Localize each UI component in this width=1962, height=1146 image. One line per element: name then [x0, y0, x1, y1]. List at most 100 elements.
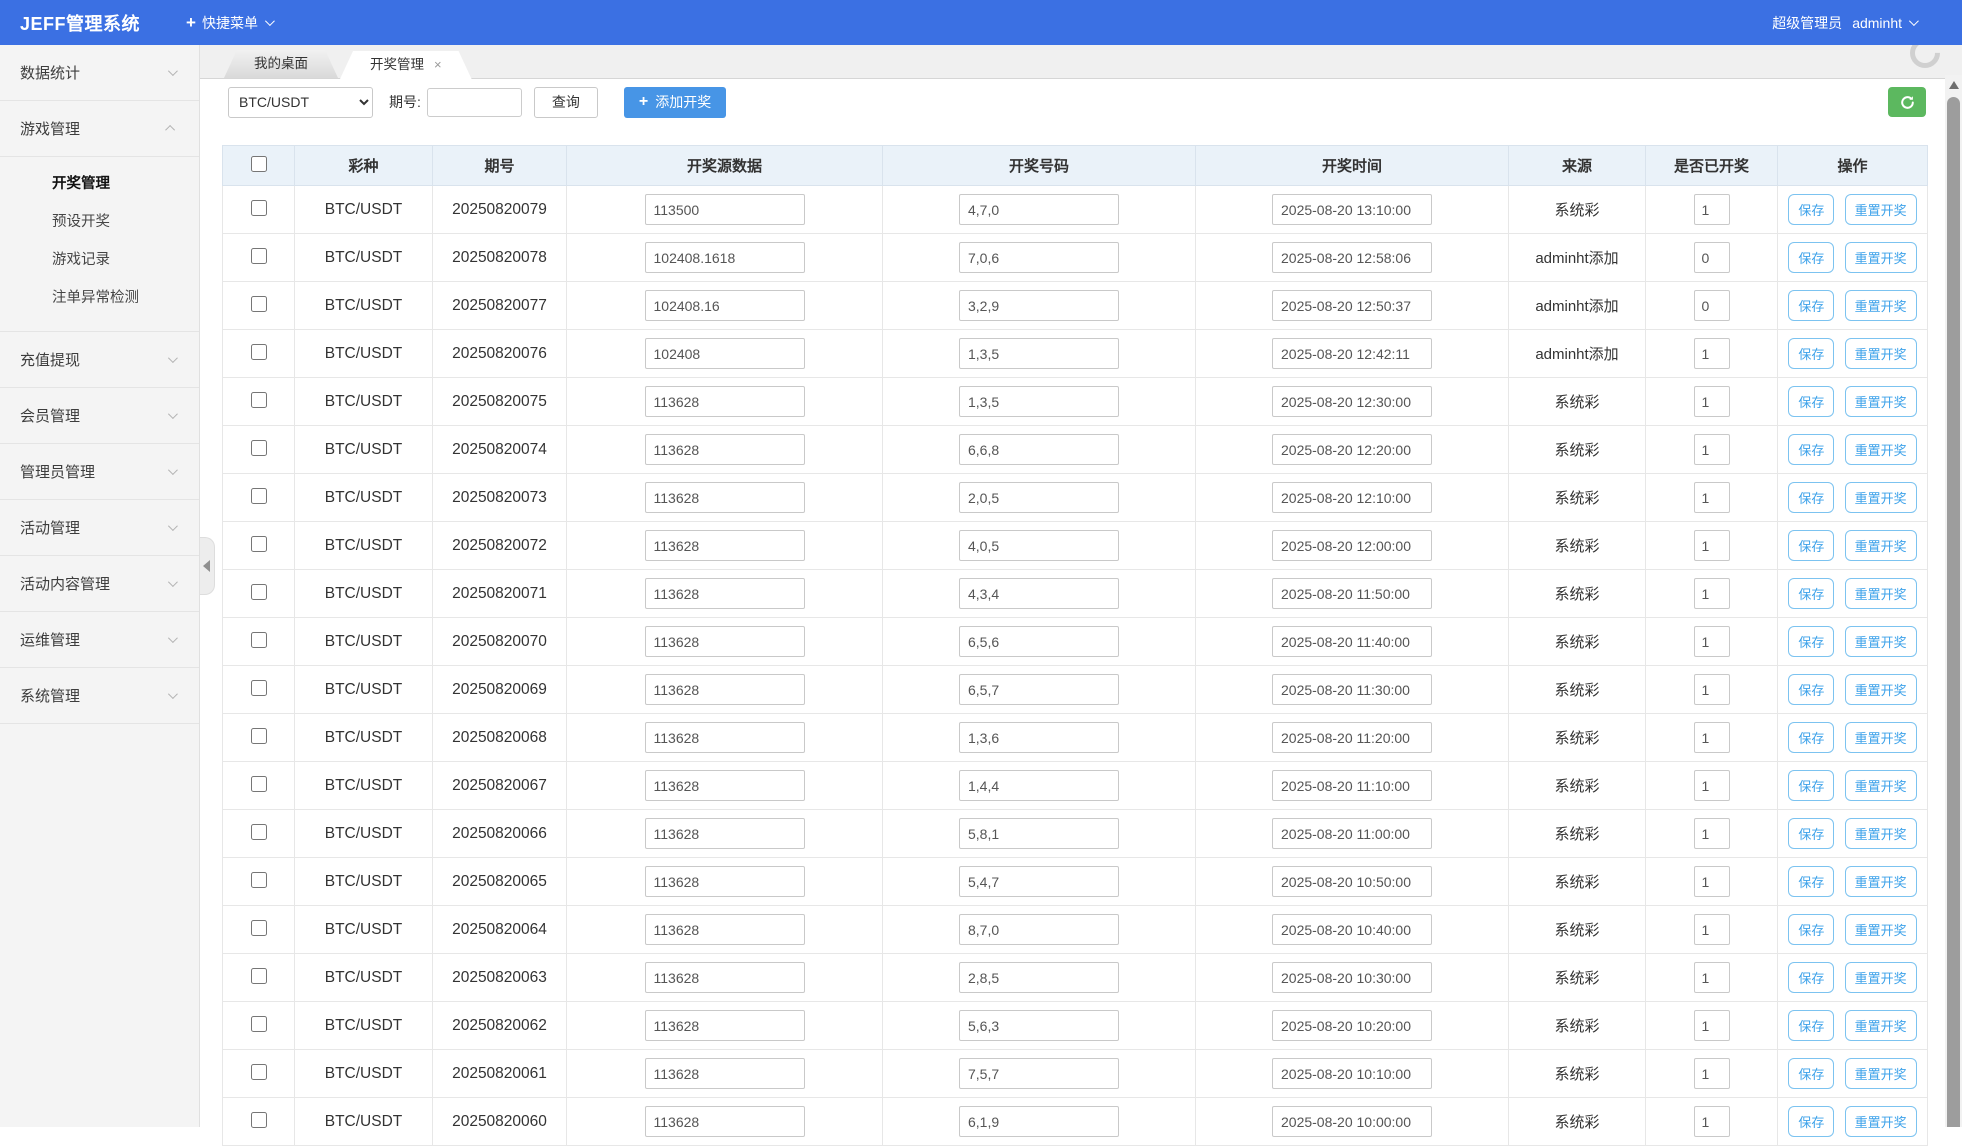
sidebar-item[interactable]: 系统管理	[0, 668, 199, 724]
scrollbar-thumb[interactable]	[1947, 97, 1960, 1127]
draw-time-input[interactable]	[1272, 914, 1432, 945]
row-checkbox[interactable]	[251, 1064, 267, 1080]
draw-time-input[interactable]	[1272, 866, 1432, 897]
draw-numbers-input[interactable]	[959, 578, 1119, 609]
source-data-input[interactable]	[645, 674, 805, 705]
row-checkbox[interactable]	[251, 392, 267, 408]
vertical-scrollbar[interactable]	[1945, 75, 1962, 1127]
row-checkbox[interactable]	[251, 680, 267, 696]
draw-time-input[interactable]	[1272, 674, 1432, 705]
opened-flag-input[interactable]	[1694, 770, 1730, 801]
draw-numbers-input[interactable]	[959, 242, 1119, 273]
reset-draw-button[interactable]: 重置开奖	[1845, 338, 1917, 369]
query-button[interactable]: 查询	[534, 87, 598, 118]
sidebar-subitem[interactable]: 开奖管理	[0, 165, 199, 203]
save-button[interactable]: 保存	[1788, 1106, 1834, 1137]
row-checkbox[interactable]	[251, 776, 267, 792]
draw-numbers-input[interactable]	[959, 290, 1119, 321]
save-button[interactable]: 保存	[1788, 530, 1834, 561]
reset-draw-button[interactable]: 重置开奖	[1845, 290, 1917, 321]
opened-flag-input[interactable]	[1694, 1106, 1730, 1137]
draw-numbers-input[interactable]	[959, 1058, 1119, 1089]
source-data-input[interactable]	[645, 1058, 805, 1089]
draw-numbers-input[interactable]	[959, 386, 1119, 417]
sidebar-item[interactable]: 数据统计	[0, 45, 199, 101]
draw-time-input[interactable]	[1272, 722, 1432, 753]
source-data-input[interactable]	[645, 1106, 805, 1137]
source-data-input[interactable]	[645, 578, 805, 609]
reset-draw-button[interactable]: 重置开奖	[1845, 962, 1917, 993]
draw-numbers-input[interactable]	[959, 482, 1119, 513]
opened-flag-input[interactable]	[1694, 482, 1730, 513]
lottery-type-select[interactable]: BTC/USDT	[228, 87, 373, 118]
source-data-input[interactable]	[645, 482, 805, 513]
draw-time-input[interactable]	[1272, 818, 1432, 849]
draw-time-input[interactable]	[1272, 530, 1432, 561]
opened-flag-input[interactable]	[1694, 434, 1730, 465]
save-button[interactable]: 保存	[1788, 866, 1834, 897]
sidebar-item[interactable]: 游戏管理	[0, 101, 199, 157]
draw-numbers-input[interactable]	[959, 1010, 1119, 1041]
reset-draw-button[interactable]: 重置开奖	[1845, 482, 1917, 513]
draw-numbers-input[interactable]	[959, 818, 1119, 849]
source-data-input[interactable]	[645, 1010, 805, 1041]
source-data-input[interactable]	[645, 866, 805, 897]
draw-numbers-input[interactable]	[959, 770, 1119, 801]
sidebar-item[interactable]: 活动内容管理	[0, 556, 199, 612]
opened-flag-input[interactable]	[1694, 530, 1730, 561]
draw-time-input[interactable]	[1272, 482, 1432, 513]
draw-time-input[interactable]	[1272, 578, 1432, 609]
save-button[interactable]: 保存	[1788, 674, 1834, 705]
reset-draw-button[interactable]: 重置开奖	[1845, 818, 1917, 849]
draw-time-input[interactable]	[1272, 1106, 1432, 1137]
save-button[interactable]: 保存	[1788, 722, 1834, 753]
save-button[interactable]: 保存	[1788, 962, 1834, 993]
scroll-up-arrow-icon[interactable]	[1949, 81, 1959, 89]
save-button[interactable]: 保存	[1788, 434, 1834, 465]
opened-flag-input[interactable]	[1694, 674, 1730, 705]
save-button[interactable]: 保存	[1788, 338, 1834, 369]
save-button[interactable]: 保存	[1788, 626, 1834, 657]
row-checkbox[interactable]	[251, 728, 267, 744]
save-button[interactable]: 保存	[1788, 482, 1834, 513]
draw-time-input[interactable]	[1272, 290, 1432, 321]
opened-flag-input[interactable]	[1694, 1010, 1730, 1041]
sidebar-item[interactable]: 活动管理	[0, 500, 199, 556]
draw-numbers-input[interactable]	[959, 674, 1119, 705]
sidebar-item[interactable]: 会员管理	[0, 388, 199, 444]
draw-time-input[interactable]	[1272, 626, 1432, 657]
reset-draw-button[interactable]: 重置开奖	[1845, 434, 1917, 465]
opened-flag-input[interactable]	[1694, 338, 1730, 369]
opened-flag-input[interactable]	[1694, 386, 1730, 417]
draw-numbers-input[interactable]	[959, 338, 1119, 369]
source-data-input[interactable]	[645, 770, 805, 801]
opened-flag-input[interactable]	[1694, 818, 1730, 849]
save-button[interactable]: 保存	[1788, 914, 1834, 945]
sidebar-item[interactable]: 充值提现	[0, 332, 199, 388]
opened-flag-input[interactable]	[1694, 194, 1730, 225]
source-data-input[interactable]	[645, 434, 805, 465]
row-checkbox[interactable]	[251, 872, 267, 888]
opened-flag-input[interactable]	[1694, 290, 1730, 321]
row-checkbox[interactable]	[251, 248, 267, 264]
draw-time-input[interactable]	[1272, 386, 1432, 417]
draw-numbers-input[interactable]	[959, 962, 1119, 993]
sidebar-subitem[interactable]: 预设开奖	[0, 203, 199, 241]
user-menu[interactable]: adminht	[1852, 15, 1916, 31]
select-all-checkbox[interactable]	[251, 156, 267, 172]
draw-time-input[interactable]	[1272, 242, 1432, 273]
row-checkbox[interactable]	[251, 536, 267, 552]
sidebar-subitem[interactable]: 注单异常检测	[0, 279, 199, 317]
row-checkbox[interactable]	[251, 584, 267, 600]
tab-inactive[interactable]: 我的桌面	[224, 50, 338, 78]
draw-time-input[interactable]	[1272, 338, 1432, 369]
save-button[interactable]: 保存	[1788, 578, 1834, 609]
opened-flag-input[interactable]	[1694, 242, 1730, 273]
source-data-input[interactable]	[645, 386, 805, 417]
reset-draw-button[interactable]: 重置开奖	[1845, 242, 1917, 273]
reset-draw-button[interactable]: 重置开奖	[1845, 914, 1917, 945]
reset-draw-button[interactable]: 重置开奖	[1845, 674, 1917, 705]
draw-numbers-input[interactable]	[959, 1106, 1119, 1137]
source-data-input[interactable]	[645, 914, 805, 945]
source-data-input[interactable]	[645, 290, 805, 321]
